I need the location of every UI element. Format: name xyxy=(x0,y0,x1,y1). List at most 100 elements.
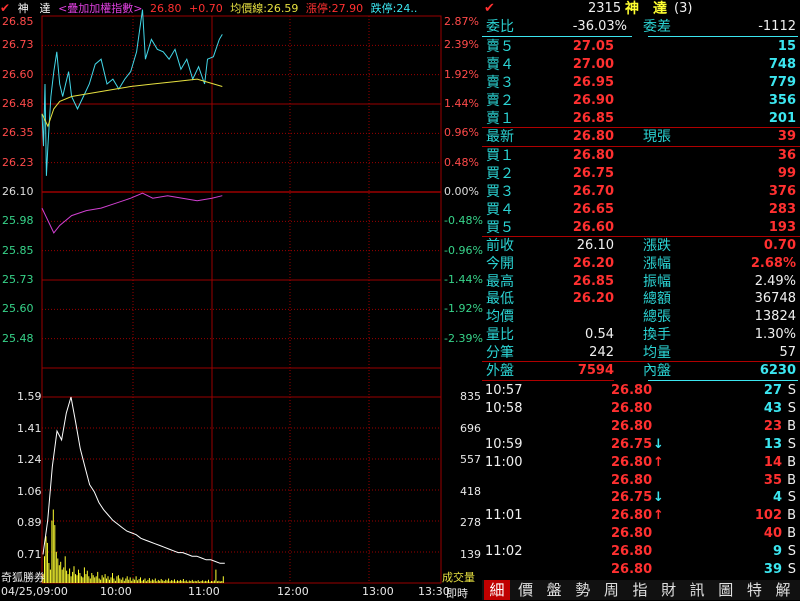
time-tick-label: 10:00 xyxy=(100,585,132,598)
stat-value-2: 36748 xyxy=(754,291,796,307)
bid-row[interactable]: 買５ 26.60 193 xyxy=(482,219,800,237)
ask-price: 27.05 xyxy=(572,39,614,54)
stat-row: 最高 26.85 振幅 2.49% xyxy=(482,273,800,291)
ask-label: 賣５ xyxy=(486,39,514,55)
bid-volume: 36 xyxy=(777,148,796,163)
bid-row[interactable]: 買２ 26.75 99 xyxy=(482,165,800,183)
percent-tick-label: -0.48% xyxy=(444,214,483,228)
tick-volume: 14 xyxy=(763,454,782,470)
tab-2[interactable]: 盤 xyxy=(541,580,567,600)
stat-label: 最低 xyxy=(486,291,514,308)
inner-bar xyxy=(648,380,798,381)
tick-row: 11:01 26.80 ↑ 102 B xyxy=(482,507,800,525)
tick-row: 10:59 26.75 ↓ 13 S xyxy=(482,436,800,454)
bid-row[interactable]: 買３ 26.70 376 xyxy=(482,183,800,201)
stat-label: 分筆 xyxy=(486,344,514,361)
tab-9[interactable]: 特 xyxy=(741,580,767,600)
tick-time: 10:57 xyxy=(485,383,523,398)
stat-label: 前收 xyxy=(486,238,514,254)
tick-volume: 9 xyxy=(772,544,782,560)
tick-side: S xyxy=(787,436,796,452)
tab-10[interactable]: 解 xyxy=(770,580,796,600)
price-tick-label: 25.85 xyxy=(2,243,34,257)
percent-tick-label: 2.39% xyxy=(444,38,479,52)
intraday-chart-panel[interactable]: ✔ 神 達 <疊加加權指數> 26.80 +0.70 均價線:26.59 漲停:… xyxy=(0,0,483,600)
volume-tick-label: 278 xyxy=(460,516,481,530)
stat-value-2: 1.30% xyxy=(754,327,796,342)
stat-row: 分筆 242 均量 57 xyxy=(482,344,800,362)
chart-canvas[interactable] xyxy=(0,0,482,600)
stat-label-2: 換手 xyxy=(643,327,671,343)
weicha-bar xyxy=(648,36,798,37)
tick-price: 26.80 xyxy=(611,472,653,488)
outer-inner-row: 外盤 7594 內盤 6230 xyxy=(482,362,800,380)
down-arrow-icon: ↓ xyxy=(653,436,664,452)
bid-price: 26.65 xyxy=(572,202,614,217)
tick-volume: 43 xyxy=(763,400,782,416)
tab-3[interactable]: 勢 xyxy=(570,580,596,600)
weicha-value: -1112 xyxy=(758,19,796,34)
ask-label: 賣１ xyxy=(486,111,514,127)
stat-row: 均價 總張 13824 xyxy=(482,308,800,326)
tab-0[interactable]: 細 xyxy=(484,580,510,600)
tab-8[interactable]: 圖 xyxy=(713,580,739,600)
bid-volume: 99 xyxy=(777,166,796,181)
tab-4[interactable]: 周 xyxy=(598,580,624,600)
tick-price: 26.80 xyxy=(611,400,653,416)
percent-tick-label: 0.96% xyxy=(444,126,479,140)
tick-side: S xyxy=(787,383,796,398)
price-tick-label: 25.73 xyxy=(2,273,34,286)
tick-time: 11:02 xyxy=(485,544,523,560)
time-tick-label: 12:00 xyxy=(277,585,309,598)
bid-row[interactable]: 買１ 26.80 36 xyxy=(482,147,800,165)
stat-label: 量比 xyxy=(486,327,514,343)
price-tick-label: 25.48 xyxy=(2,331,34,345)
stat-label: 今開 xyxy=(486,255,514,272)
tick-time: 10:59 xyxy=(485,436,523,452)
tick-price: 26.75 xyxy=(611,490,653,506)
time-tick-label: 04/25,09:00 xyxy=(1,585,68,598)
tick-row: 11:02 26.80 9 S xyxy=(482,543,800,561)
volume-tick-label: 139 xyxy=(460,548,481,562)
bid-price: 26.70 xyxy=(572,184,614,199)
price-tick-label: 26.48 xyxy=(2,97,34,110)
stat-label-2: 總張 xyxy=(643,309,671,326)
ask-volume: 201 xyxy=(768,111,796,126)
volume-ratio-tick-label: 0.89 xyxy=(17,516,42,530)
tick-row: 10:58 26.80 43 S xyxy=(482,400,800,418)
stat-value-2: 2.68% xyxy=(750,255,796,271)
tab-1[interactable]: 價 xyxy=(513,580,539,600)
tick-volume: 4 xyxy=(772,490,782,506)
tab-5[interactable]: 指 xyxy=(627,580,653,600)
tick-volume: 39 xyxy=(763,562,782,577)
bid-row[interactable]: 買４ 26.65 283 xyxy=(482,201,800,219)
ask-row[interactable]: 賣４ 27.00 748 xyxy=(482,56,800,74)
price-tick-label: 26.35 xyxy=(2,126,34,140)
stat-label-2: 漲幅 xyxy=(643,255,671,272)
tick-row: 26.75 ↓ 4 S xyxy=(482,489,800,507)
volume-avg-line xyxy=(42,396,225,564)
ask-price: 27.00 xyxy=(572,57,614,72)
percent-tick-label: -1.92% xyxy=(444,302,483,316)
series-line-2 xyxy=(41,192,223,234)
stock-name-title: 神 達 xyxy=(625,1,667,17)
last-price-row: 最新 26.80 現張 39 xyxy=(482,128,800,146)
quote-title-row: ✔ 2315 神 達 (3) xyxy=(482,0,800,18)
tab-7[interactable]: 訊 xyxy=(684,580,710,600)
panel-check-icon[interactable]: ✔ xyxy=(484,0,495,18)
bid-label: 買４ xyxy=(486,202,514,218)
up-arrow-icon: ↑ xyxy=(653,508,664,524)
volume-tick-label: 835 xyxy=(460,390,481,403)
bid-label: 買５ xyxy=(486,220,514,236)
tick-volume: 102 xyxy=(754,508,782,524)
volume-tick-label: 418 xyxy=(460,484,481,498)
tab-6[interactable]: 財 xyxy=(656,580,682,600)
ask-row[interactable]: 賣３ 26.95 779 xyxy=(482,74,800,92)
ask-row[interactable]: 賣１ 26.85 201 xyxy=(482,110,800,128)
ask-row[interactable]: 賣２ 26.90 356 xyxy=(482,92,800,110)
percent-tick-label: -0.96% xyxy=(444,243,483,257)
stat-row: 前收 26.10 漲跌 0.70 xyxy=(482,237,800,255)
ask-row[interactable]: 賣５ 27.05 15 xyxy=(482,38,800,56)
bid-price: 26.80 xyxy=(572,148,614,163)
volume-ratio-tick-label: 0.71 xyxy=(17,548,42,562)
